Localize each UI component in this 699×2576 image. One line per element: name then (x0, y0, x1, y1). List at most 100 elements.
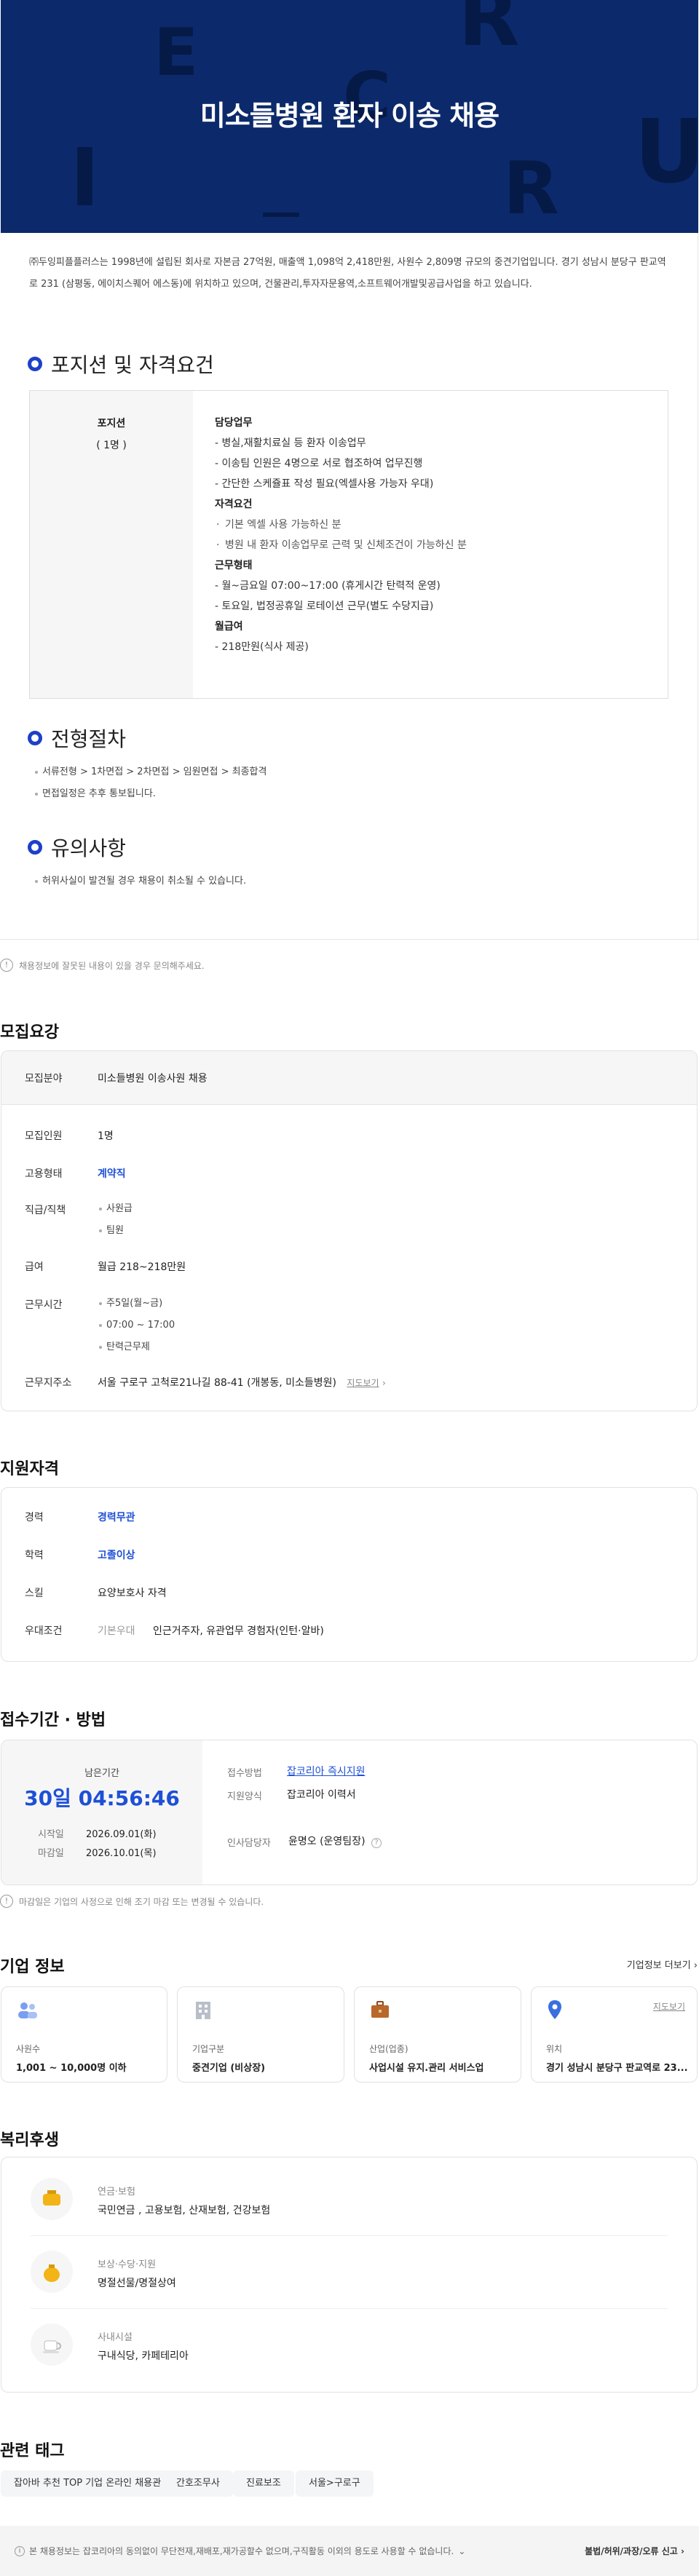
pref-value-wrap: 기본우대 인근거주자, 유관업무 경험자(인턴·알바) (98, 1623, 324, 1638)
count-label: 모집인원 (25, 1130, 63, 1142)
caution-title-text: 유의사항 (51, 836, 127, 860)
position-card: 포지션 ( 1명 ) 담당업무 - 병실,재활치료실 등 환자 이송업무 - 이… (29, 390, 668, 699)
welfare-category: 보상·수당·지원 (98, 2259, 157, 2270)
report-notice-text: 채용정보에 잘못된 내용이 있을 경우 문의해주세요. (19, 960, 205, 971)
career-value: 경력무관 (98, 1512, 135, 1523)
pref-sub: 기본우대 (98, 1625, 135, 1637)
pin-icon (546, 1999, 564, 2024)
position-title-text: 포지션 및 자격요건 (51, 353, 214, 377)
rank-list: 사원급 팀원 (98, 1198, 133, 1242)
pref-label: 우대조건 (25, 1625, 63, 1637)
career-label: 경력 (25, 1512, 44, 1523)
remain-value: 30일 04:56:46 (24, 1786, 180, 1810)
info-icon[interactable]: ? (371, 1838, 382, 1848)
info-icon: ! (0, 959, 13, 972)
welfare-value: 명절선물/명절상여 (98, 2278, 176, 2289)
company-card-value: 1,001 ~ 10,000명 이하 (16, 2063, 127, 2074)
duty-item: - 간단한 스케쥴표 작성 필요(엑셀사용 가능자 우대) (215, 478, 434, 490)
work-title: 근무형태 (215, 560, 253, 571)
company-card-label: 위치 (546, 2044, 563, 2054)
welfare-value: 국민연금 , 고용보험, 산재보험, 건강보험 (98, 2205, 271, 2216)
people-icon (16, 2000, 39, 2024)
hours-item: 탄력근무제 (98, 1336, 175, 1358)
end-value: 2026.10.01(목) (86, 1848, 157, 1859)
bullet-circle-icon (28, 731, 42, 745)
welfare-title: 복리후생 (0, 2131, 59, 2149)
recruit-box: 모집분야 미소들병원 이송사원 채용 모집인원 1명 고용형태 계약직 직급/직… (1, 1050, 698, 1411)
position-section-title: 포지션 및 자격요건 (28, 349, 214, 379)
start-value: 2026.09.01(화) (86, 1829, 157, 1840)
recruit-title: 모집요강 (0, 1023, 59, 1042)
company-more-link[interactable]: 기업정보 더보기 › (627, 1957, 698, 1971)
report-text: 불법/허위/과장/오류 신고 (585, 2546, 678, 2556)
process-line: 서류전형 > 1차면접 > 2차면접 > 임원면접 > 최종합격 (33, 761, 266, 783)
hero-ghost-letter: I (70, 131, 100, 224)
hours-label: 근무시간 (25, 1299, 63, 1311)
method-label: 접수방법 (227, 1768, 262, 1779)
chevron-right-icon: › (681, 2546, 684, 2556)
field-value: 미소들병원 이송사원 채용 (98, 1073, 208, 1085)
company-title: 기업 정보 (0, 1958, 65, 1976)
hours-item: 주5일(월~금) (98, 1293, 175, 1315)
map-link[interactable]: 지도보기 (347, 1378, 379, 1388)
chevron-right-icon: › (382, 1378, 386, 1388)
start-label: 시작일 (38, 1829, 64, 1840)
company-card-value: 사업시설 유지.관리 서비스업 (369, 2063, 484, 2074)
edu-value: 고졸이상 (98, 1550, 135, 1561)
footer-notice[interactable]: i 본 채용정보는 잡코리아의 동의없이 무단전재,재배포,재가공할수 없으며,… (15, 2545, 465, 2557)
process-line: 면접일정은 추후 통보됩니다. (33, 783, 266, 805)
form-value: 잡코리아 이력서 (287, 1789, 356, 1801)
caution-line: 허위사실이 발견될 경우 채용이 취소될 수 있습니다. (33, 871, 246, 892)
work-item: - 토요일, 법정공휴일 로테이션 근무(별도 수당지급) (215, 601, 434, 612)
info-icon: ! (0, 1895, 13, 1908)
coffee-icon (31, 2323, 73, 2366)
company-card-label: 산업(업종) (369, 2044, 408, 2054)
company-card-value: 경기 성남시 분당구 판교역로 23... (546, 2063, 688, 2074)
hero-ghost-letter: R (503, 146, 560, 231)
qualify-box: 경력 경력무관 학력 고졸이상 스킬 요양보호사 자격 우대조건 기본우대 인근… (1, 1487, 698, 1662)
tag-chip[interactable]: 진료보조 (233, 2470, 294, 2497)
apply-method-link[interactable]: 잡코리아 즉시지원 (287, 1764, 366, 1778)
skill-value: 요양보호사 자격 (98, 1588, 167, 1599)
welfare-value: 구내식당, 카페테리아 (98, 2350, 189, 2362)
footer: i 본 채용정보는 잡코리아의 동의없이 무단전재,재배포,재가공할수 없으며,… (0, 2526, 699, 2576)
caution-lines: 허위사실이 발견될 경우 채용이 취소될 수 있습니다. (33, 871, 246, 892)
apply-notice: ! 마감일은 기업의 사정으로 인해 조기 마감 또는 변경될 수 있습니다. (0, 1895, 264, 1908)
count-value: 1명 (98, 1130, 114, 1142)
welfare-category: 연금·보험 (98, 2187, 135, 2197)
pay-title: 월급여 (215, 621, 243, 633)
company-more-text: 기업정보 더보기 (626, 1960, 691, 1971)
pay-item: - 218만원(식사 제공) (215, 641, 309, 653)
tag-chip[interactable]: 간호조무사 (163, 2470, 233, 2497)
tags-title: 관련 태그 (0, 2442, 65, 2460)
map-link[interactable]: 지도보기 (653, 2000, 685, 2013)
tag-chip[interactable]: 서울>구로구 (296, 2470, 374, 2497)
process-steps: 서류전형 > 1차면접 > 2차면접 > 임원면접 > 최종합격 면접일정은 추… (33, 761, 266, 805)
bullet-circle-icon (28, 840, 42, 855)
tag-chip[interactable]: 잡아바 추천 TOP 기업 온라인 채용관 (1, 2470, 175, 2497)
duty-item: - 이송팀 인원은 4명으로 서로 협조하여 업무진행 (215, 458, 423, 469)
piggy-bank-icon (31, 2178, 73, 2220)
manager-label: 인사담당자 (227, 1838, 271, 1849)
rank-label: 직급/직책 (25, 1205, 66, 1216)
type-label: 고용형태 (25, 1168, 63, 1180)
form-label: 지원양식 (227, 1791, 262, 1802)
qualify-title: 지원자격 (0, 1460, 59, 1478)
hours-list: 주5일(월~금) 07:00 ~ 17:00 탄력근무제 (98, 1293, 175, 1358)
rank-item: 사원급 (98, 1198, 133, 1220)
field-label: 모집분야 (25, 1073, 63, 1085)
report-notice[interactable]: ! 채용정보에 잘못된 내용이 있을 경우 문의해주세요. (0, 959, 205, 972)
report-link[interactable]: 불법/허위/과장/오류 신고 › (585, 2545, 684, 2557)
position-label-cell: 포지션 ( 1명 ) (30, 391, 193, 698)
chevron-down-icon: ⌄ (458, 2545, 466, 2556)
company-card-type: 기업구분 중견기업 (비상장) (177, 1986, 344, 2082)
pref-value: 인근거주자, 유관업무 경험자(인턴·알바) (152, 1625, 324, 1637)
bullet-circle-icon (28, 357, 42, 371)
building-icon (192, 1999, 214, 2024)
company-card-value: 중견기업 (비상장) (192, 2063, 266, 2074)
page: E R C U I R 미소들병원 환자 이송 채용 ㈜두잉피플플러스는 199… (0, 0, 699, 2576)
welfare-category: 사내시설 (98, 2332, 133, 2343)
apply-title: 접수기간 · 방법 (0, 1711, 106, 1729)
salary-value: 월급 218~218만원 (98, 1261, 186, 1273)
company-card-label: 기업구분 (192, 2044, 225, 2054)
